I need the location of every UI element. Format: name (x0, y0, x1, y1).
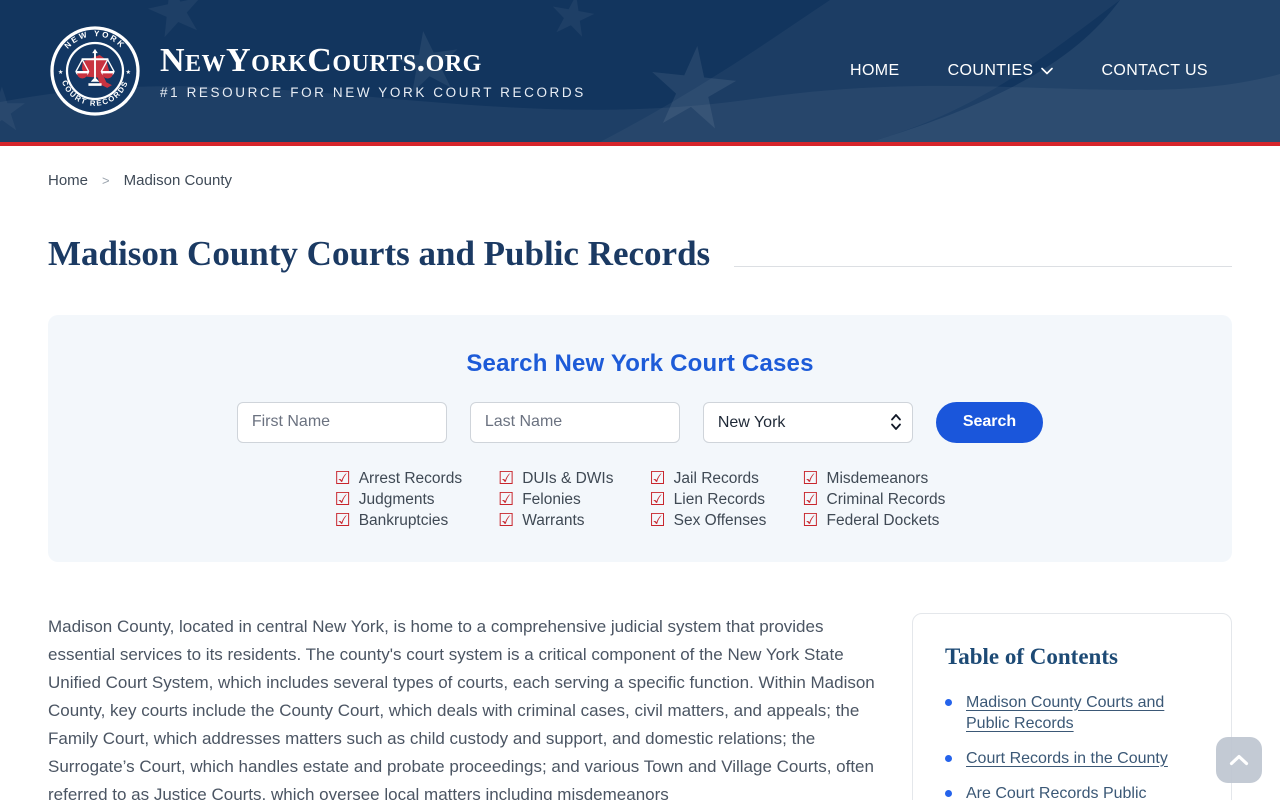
checked-checkbox-icon: ☑ (334, 467, 351, 489)
checked-checkbox-icon: ☑ (649, 509, 666, 531)
bullet-icon (945, 698, 952, 706)
seal-right-star-icon: ★ (126, 69, 132, 76)
checkbox-label: Jail Records (673, 469, 759, 487)
nav-item-contact-us[interactable]: CONTACT US (1101, 62, 1208, 80)
chevron-down-icon (1041, 67, 1054, 75)
main-navigation: HOME COUNTIES CONTACT US (850, 62, 1208, 80)
toc-link-madison-county-courts[interactable]: Madison County Courts and Public Records (966, 694, 1164, 732)
search-form: New York Search (68, 401, 1212, 443)
checked-checkbox-icon: ☑ (498, 509, 515, 531)
checkbox-lien-records[interactable]: ☑ Lien Records (649, 488, 767, 510)
checkbox-warrants[interactable]: ☑ Warrants (498, 509, 613, 531)
checkbox-felonies[interactable]: ☑ Felonies (498, 488, 613, 510)
checkbox-label: Federal Dockets (826, 511, 940, 529)
bullet-icon (945, 789, 952, 797)
brand-home-link[interactable]: NEW YORK COURT RECORDS ★ ★ NewYorkCourts… (48, 24, 586, 118)
checkbox-label: Warrants (522, 511, 585, 529)
checkbox-jail-records[interactable]: ☑ Jail Records (649, 467, 767, 489)
checked-checkbox-icon: ☑ (802, 488, 819, 510)
checkbox-label: Misdemeanors (826, 469, 929, 487)
site-title: NewYorkCourts.org (160, 41, 482, 79)
checked-checkbox-icon: ☑ (802, 509, 819, 531)
nav-item-counties[interactable]: COUNTIES (948, 62, 1054, 80)
court-case-search-panel: Search New York Court Cases New York Sea… (48, 314, 1232, 562)
checkbox-arrest-records[interactable]: ☑ Arrest Records (334, 467, 463, 489)
checked-checkbox-icon: ☑ (649, 467, 666, 489)
state-select[interactable]: New York (702, 401, 913, 443)
nav-item-home[interactable]: HOME (850, 62, 900, 80)
search-button[interactable]: Search (935, 401, 1044, 443)
checkbox-label: Lien Records (673, 490, 765, 508)
nav-contact-label: CONTACT US (1101, 62, 1208, 79)
checked-checkbox-icon: ☑ (334, 488, 351, 510)
checkbox-criminal-records[interactable]: ☑ Criminal Records (802, 488, 946, 510)
toc-list: Madison County Courts and Public Records… (945, 692, 1199, 800)
breadcrumb-current-page: Madison County (123, 172, 233, 189)
toc-item: Court Records in the County (945, 748, 1199, 769)
checkbox-judgments[interactable]: ☑ Judgments (334, 488, 463, 510)
title-divider (734, 265, 1232, 267)
chevron-up-icon (1229, 754, 1249, 766)
checked-checkbox-icon: ☑ (334, 509, 351, 531)
checkbox-federal-dockets[interactable]: ☑ Federal Dockets (802, 509, 945, 531)
first-name-input[interactable] (236, 401, 447, 443)
checkbox-label: Judgments (358, 490, 435, 508)
checkbox-duis-dwis[interactable]: ☑ DUIs & DWIs (498, 467, 614, 489)
checkbox-label: Sex Offenses (673, 511, 767, 529)
table-of-contents-card: Table of Contents Madison County Courts … (912, 612, 1232, 800)
record-type-checkbox-grid: ☑ Arrest Records ☑ Judgments ☑ Bankruptc… (68, 467, 1212, 531)
checkbox-label: Arrest Records (358, 469, 463, 487)
checkbox-label: Felonies (522, 490, 581, 508)
toc-item: Are Court Records Public (945, 783, 1199, 800)
checkbox-label: Bankruptcies (358, 511, 449, 529)
page-title: Madison County Courts and Public Records (48, 234, 711, 273)
county-description-paragraph: Madison County, located in central New Y… (48, 616, 875, 800)
scroll-to-top-button[interactable] (1216, 737, 1262, 783)
nav-home-label: HOME (849, 62, 900, 79)
court-records-seal-logo: NEW YORK COURT RECORDS ★ ★ (50, 26, 140, 116)
search-heading: Search New York Court Cases (466, 349, 814, 377)
last-name-input[interactable] (469, 401, 680, 443)
site-tagline: #1 RESOURCE FOR NEW YORK COURT RECORDS (160, 85, 586, 101)
checkbox-label: Criminal Records (826, 490, 946, 508)
toc-item: Madison County Courts and Public Records (945, 692, 1199, 734)
seal-left-star-icon: ★ (58, 69, 64, 76)
main-content: Madison County Courts and Public Records… (0, 234, 1280, 800)
checked-checkbox-icon: ☑ (649, 488, 666, 510)
checkbox-misdemeanors[interactable]: ☑ Misdemeanors (802, 467, 945, 489)
checked-checkbox-icon: ☑ (802, 467, 819, 489)
breadcrumb-separator-icon: > (102, 173, 110, 188)
nav-counties-label: COUNTIES (947, 62, 1034, 79)
breadcrumb-home-link[interactable]: Home (48, 172, 88, 189)
checkbox-label: DUIs & DWIs (522, 469, 614, 487)
breadcrumb: Home > Madison County (0, 146, 1280, 189)
checked-checkbox-icon: ☑ (498, 488, 515, 510)
checkbox-sex-offenses[interactable]: ☑ Sex Offenses (649, 509, 767, 531)
site-header: ★ ★ ★ ★ ★ NEW YORK COURT RECORDS ★ ★ New… (0, 0, 1280, 142)
toc-link-are-court-records-public[interactable]: Are Court Records Public (966, 785, 1147, 800)
checkbox-bankruptcies[interactable]: ☑ Bankruptcies (334, 509, 463, 531)
toc-title: Table of Contents (945, 643, 1118, 669)
bullet-icon (945, 754, 952, 762)
checked-checkbox-icon: ☑ (498, 467, 515, 489)
toc-link-court-records-county[interactable]: Court Records in the County (966, 750, 1168, 767)
